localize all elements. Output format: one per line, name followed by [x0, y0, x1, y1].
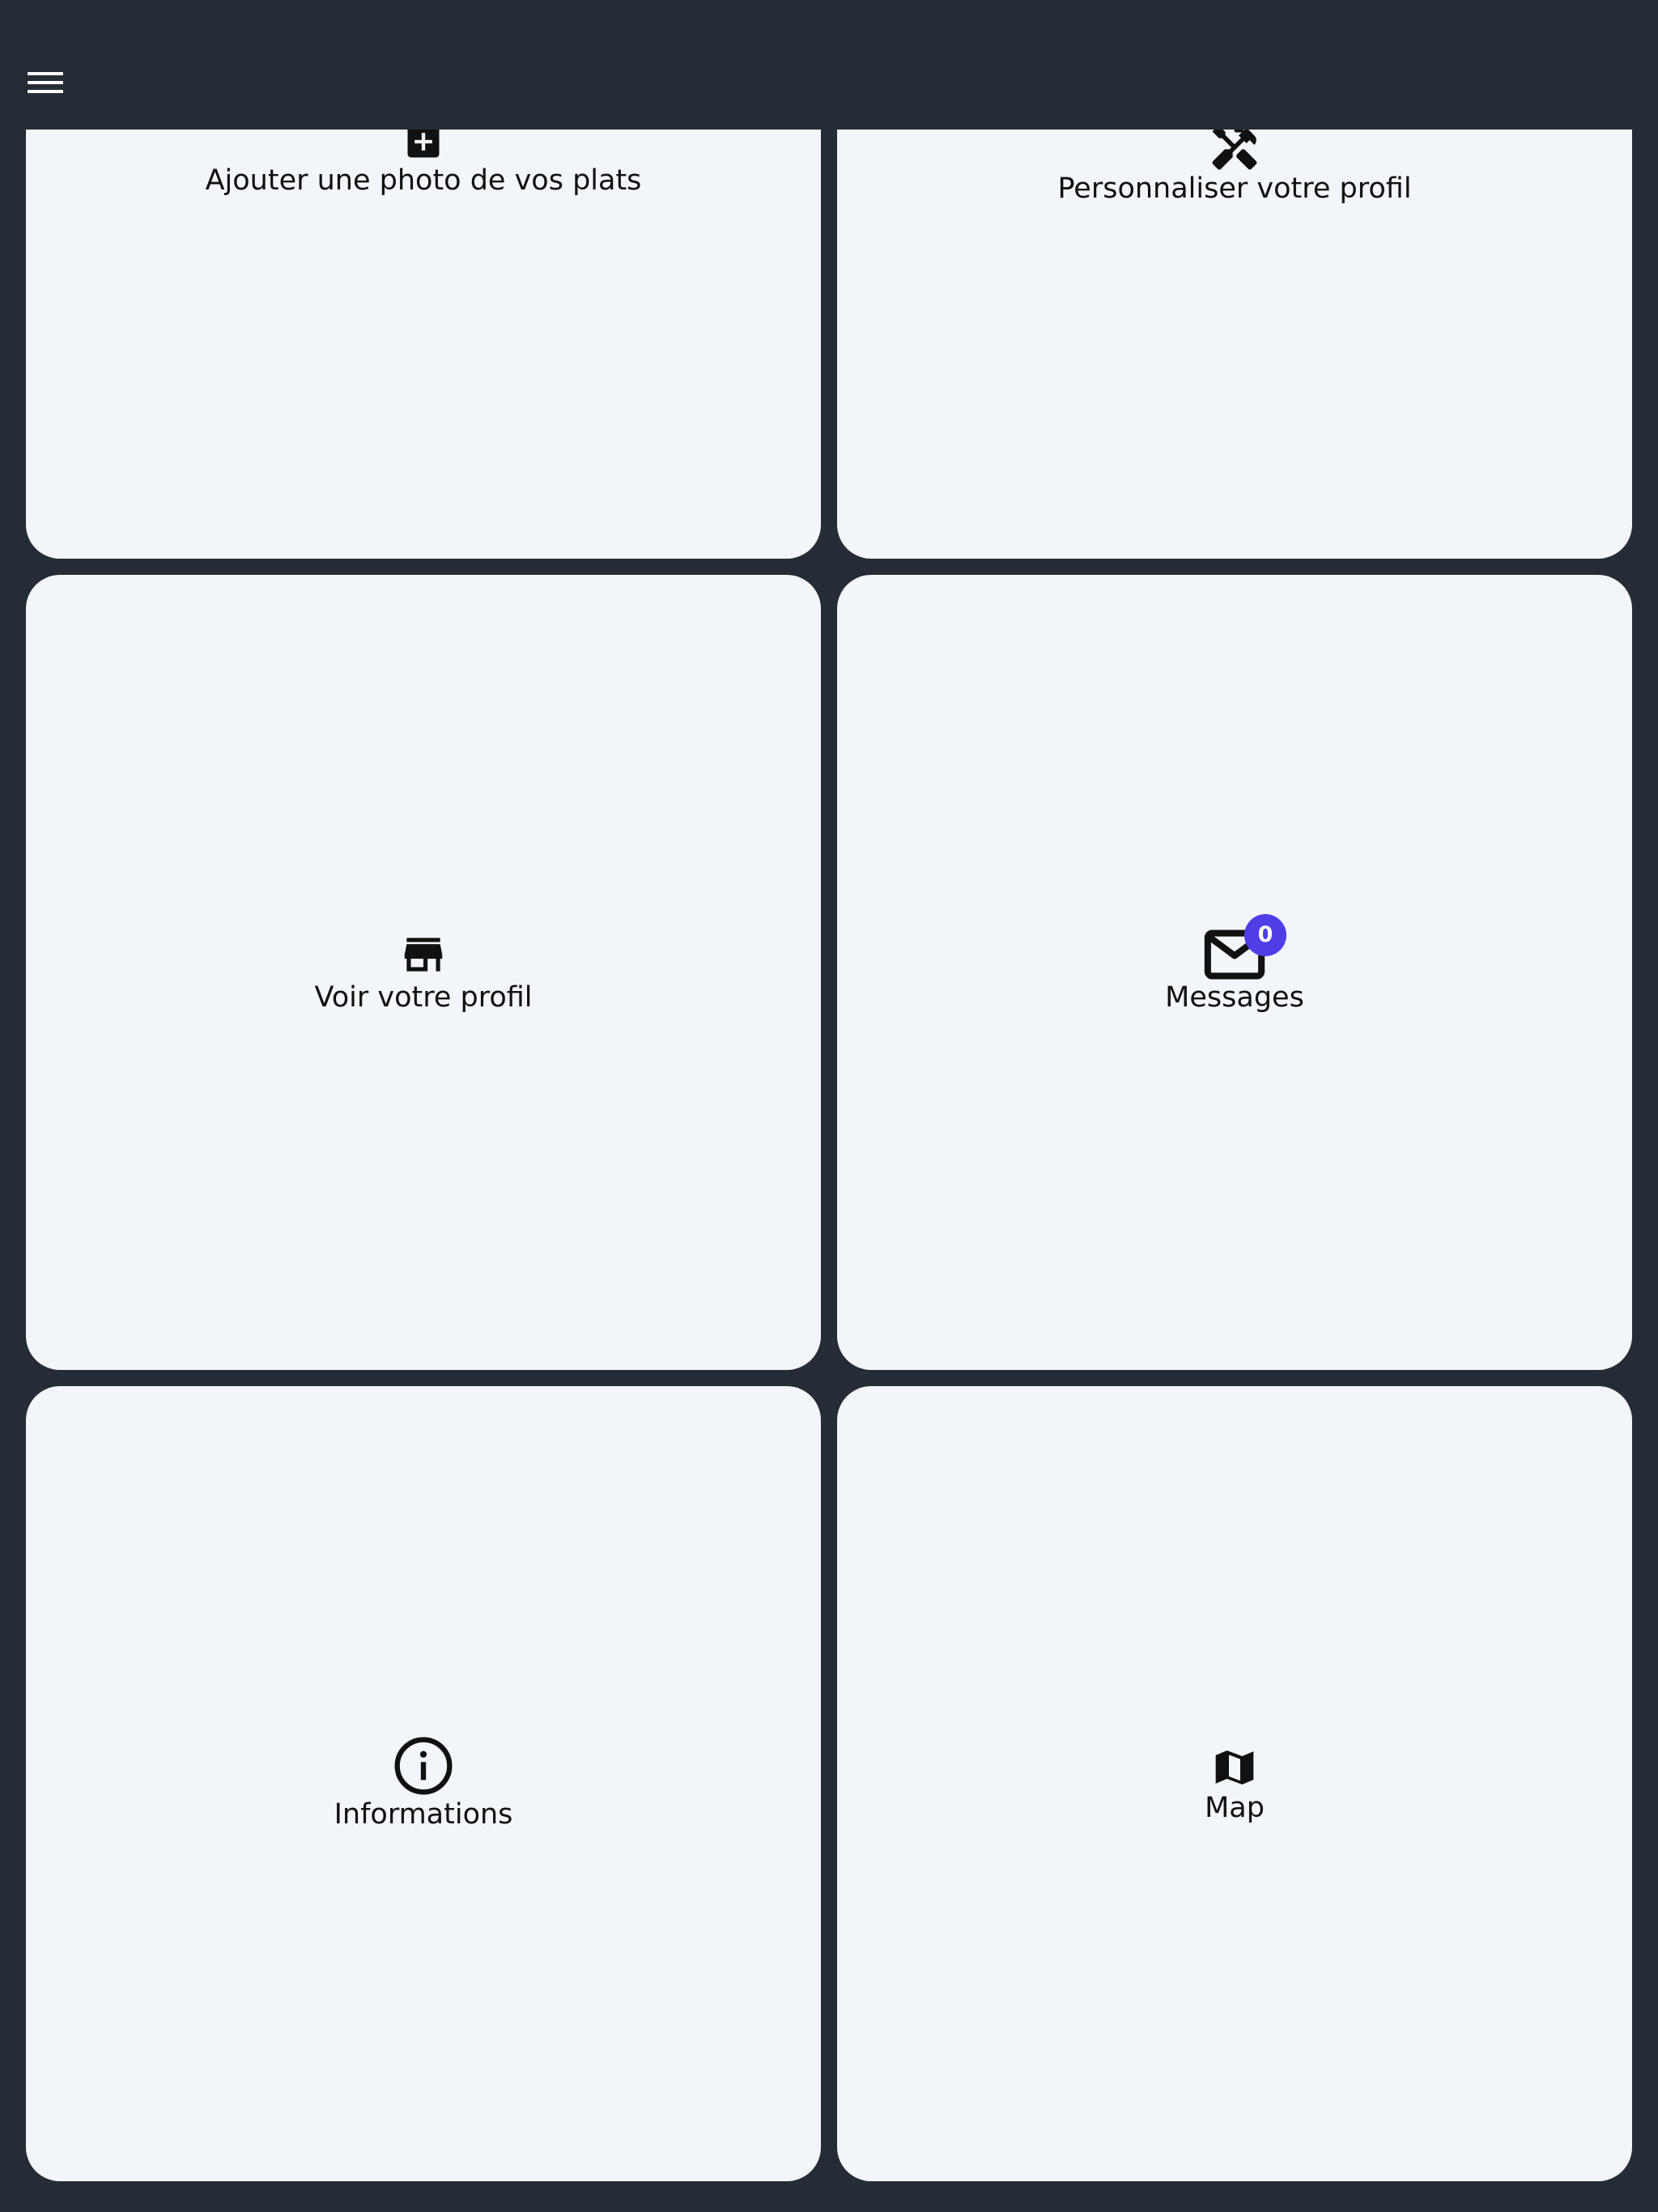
tile-label: Voir votre profil	[314, 981, 533, 1014]
tile-label: Informations	[334, 1798, 513, 1831]
top-app-bar	[0, 0, 1658, 130]
tile-messages[interactable]: Messages 0	[837, 575, 1632, 1370]
tile-label: Ajouter une photo de vos plats	[205, 164, 642, 197]
tile-label: Map	[1205, 1792, 1265, 1824]
map-icon	[1215, 1750, 1254, 1784]
hamburger-menu-icon[interactable]	[28, 72, 63, 95]
message-count-badge: 0	[1244, 914, 1286, 956]
tile-informations[interactable]: Informations	[26, 1386, 821, 2181]
tile-view-profile[interactable]: Voir votre profil	[26, 575, 821, 1370]
info-circle-icon	[394, 1737, 453, 1795]
tile-map[interactable]: Map	[837, 1386, 1632, 2181]
storefront-icon	[404, 938, 443, 972]
tile-label: Personnaliser votre profil	[1057, 172, 1412, 205]
tile-label: Messages	[1165, 981, 1304, 1014]
